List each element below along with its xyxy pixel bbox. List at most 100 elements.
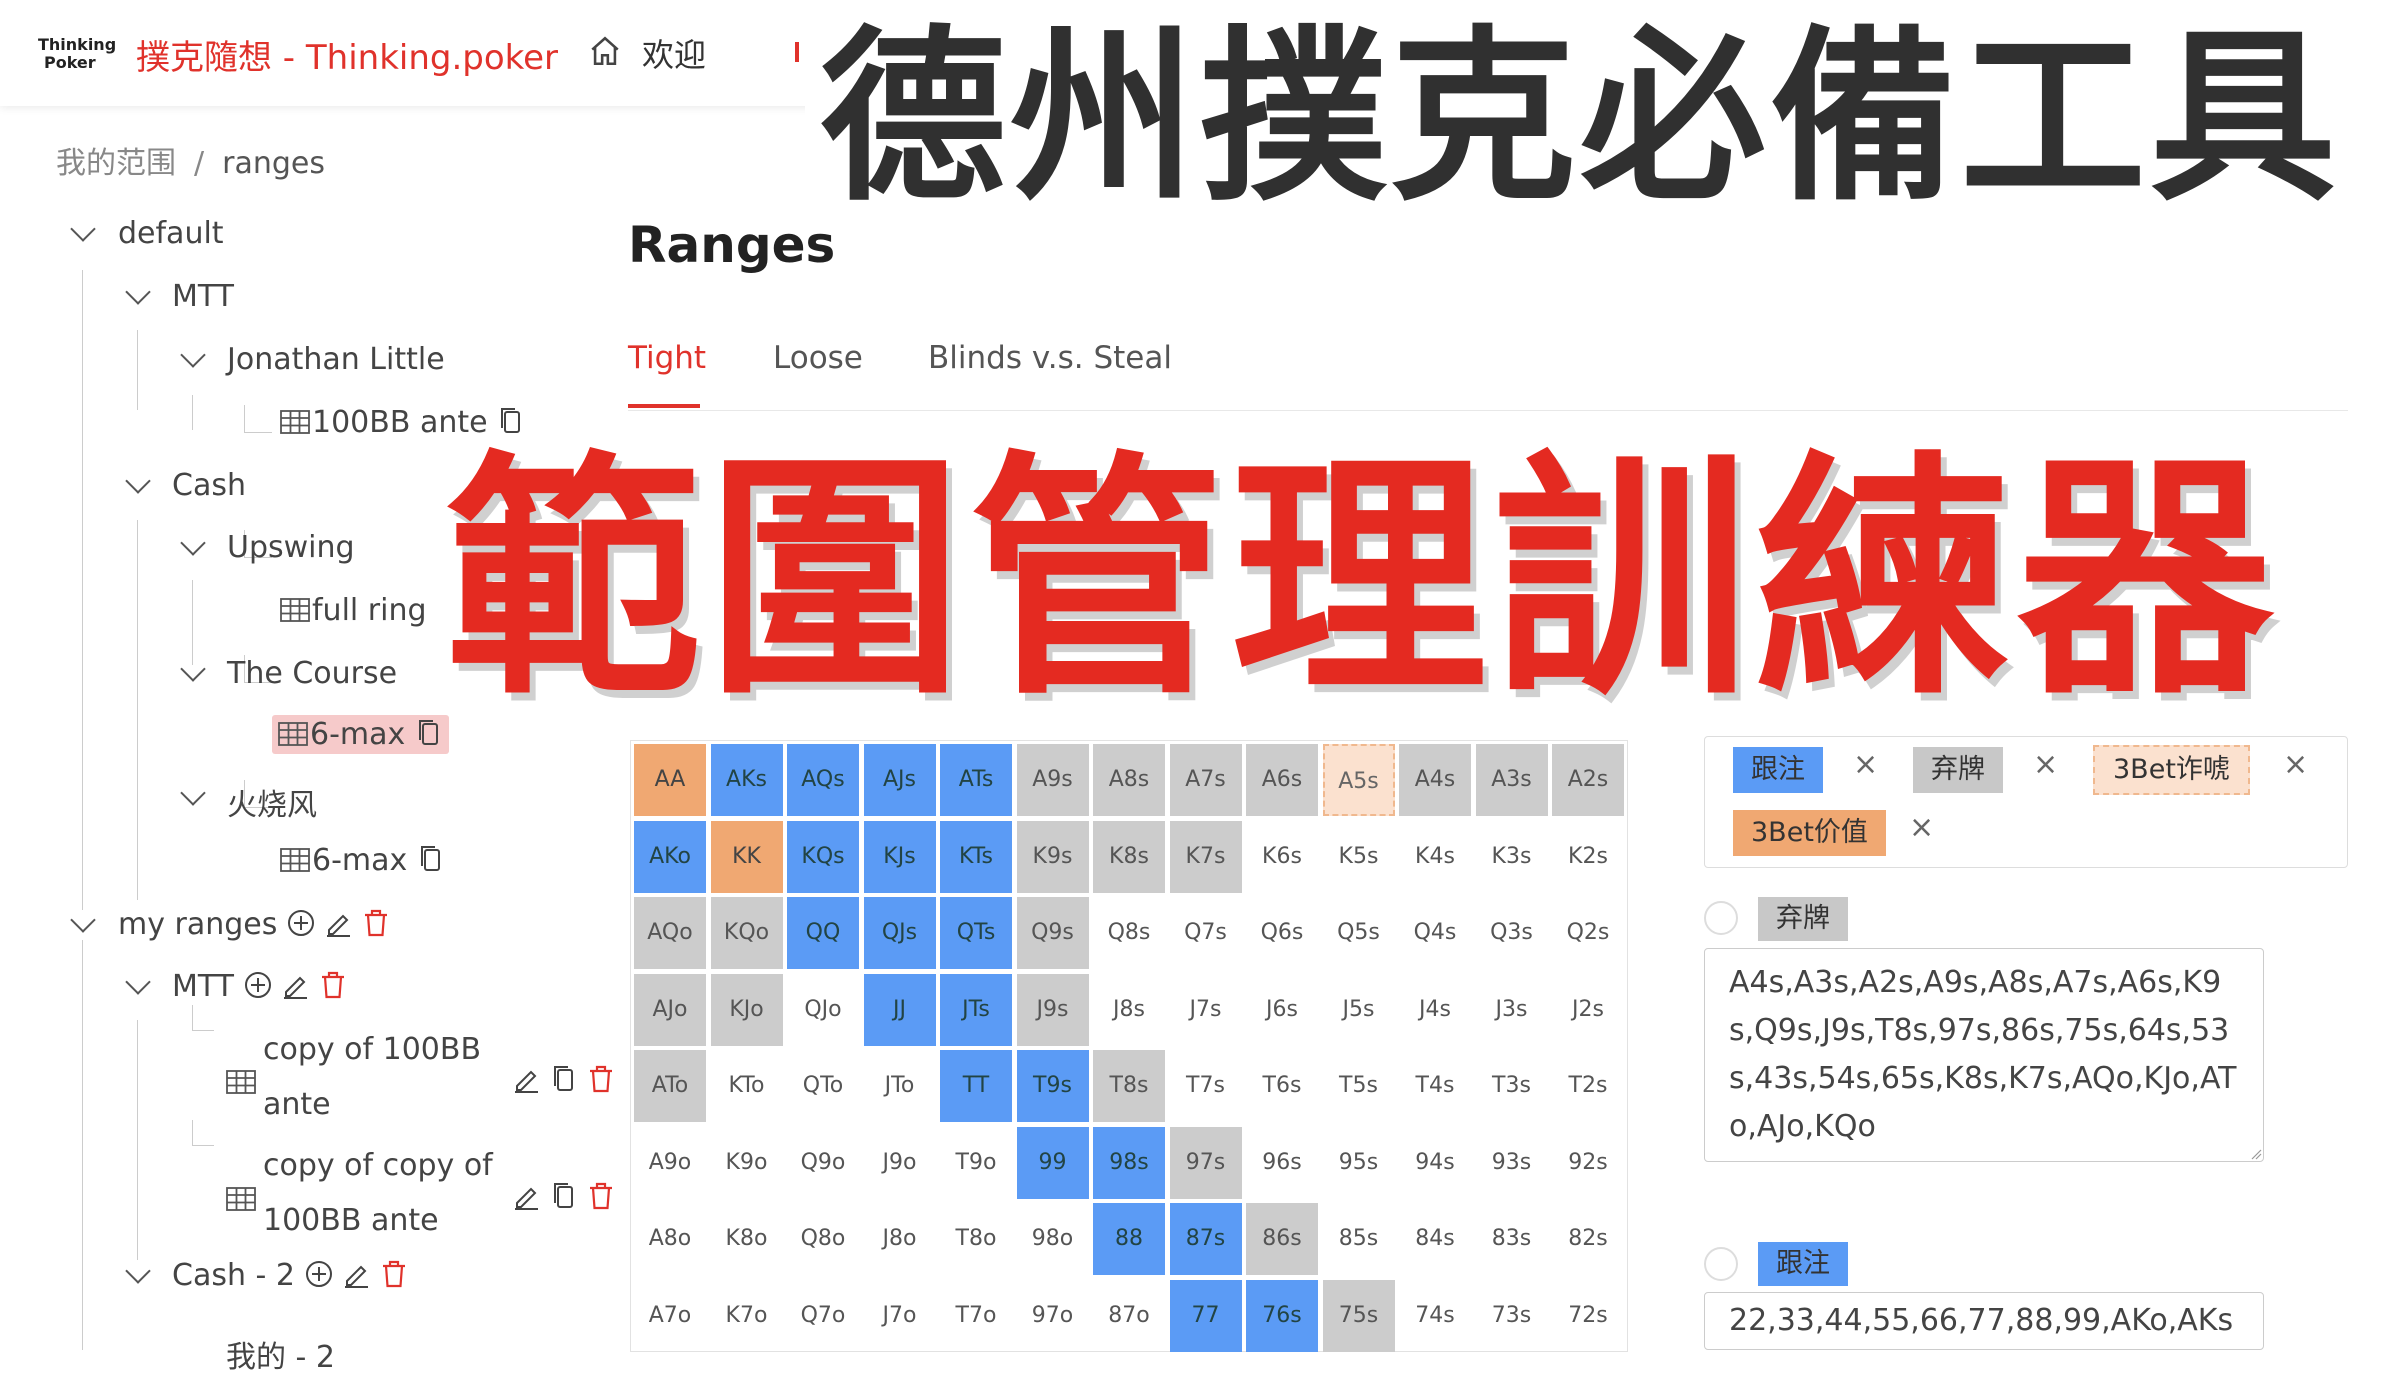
edit-icon[interactable] (512, 1181, 540, 1211)
copy-icon[interactable] (550, 1181, 578, 1211)
hand-cell-J8o[interactable]: J8o (864, 1203, 936, 1275)
close-icon[interactable]: × (1909, 810, 1934, 845)
legend-tag-3bet-bluff[interactable]: 3Bet诈唬 (2093, 745, 2250, 795)
tree-leaf-copy-100bb-line2[interactable]: ante (263, 1087, 331, 1122)
hand-cell-92s[interactable]: 92s (1552, 1127, 1624, 1199)
hand-cell-K8s[interactable]: K8s (1093, 820, 1165, 893)
hand-cell-A6s[interactable]: A6s (1246, 744, 1318, 816)
close-icon[interactable]: × (2283, 747, 2308, 782)
hand-cell-Q9s[interactable]: Q9s (1016, 897, 1089, 969)
hand-cell-87s[interactable]: 87s (1169, 1203, 1242, 1275)
hand-cell-A4s[interactable]: A4s (1399, 744, 1471, 816)
hand-cell-JTs[interactable]: JTs (940, 973, 1012, 1046)
hand-cell-KJo[interactable]: KJo (710, 973, 783, 1046)
hand-cell-AQo[interactable]: AQo (634, 897, 706, 969)
legend-tag-fold[interactable]: 弃牌 (1913, 747, 2003, 793)
copy-icon[interactable] (415, 718, 443, 748)
hand-cell-99[interactable]: 99 (1016, 1126, 1089, 1199)
fold-radio[interactable] (1704, 901, 1738, 935)
edit-icon[interactable] (512, 1064, 540, 1094)
hand-cell-J3s[interactable]: J3s (1476, 974, 1548, 1046)
hand-cell-T3s[interactable]: T3s (1476, 1050, 1548, 1122)
hand-cell-T5s[interactable]: T5s (1323, 1050, 1395, 1122)
hand-cell-Q3s[interactable]: Q3s (1476, 897, 1548, 969)
hand-cell-K6s[interactable]: K6s (1246, 821, 1318, 893)
hand-cell-T6s[interactable]: T6s (1246, 1050, 1318, 1122)
hand-cell-KQo[interactable]: KQo (710, 897, 783, 969)
hand-cell-KTo[interactable]: KTo (711, 1050, 783, 1122)
tree-leaf-copy-copy-line2[interactable]: 100BB ante (263, 1203, 439, 1238)
resize-handle-icon[interactable] (2250, 1148, 2262, 1160)
hand-cell-72s[interactable]: 72s (1552, 1280, 1624, 1352)
chevron-down-icon[interactable] (180, 342, 206, 368)
copy-icon[interactable] (417, 844, 445, 874)
fold-hands-textarea[interactable]: A4s,A3s,A2s,A9s,A8s,A7s,A6s,K9s,Q9s,J9s,… (1704, 948, 2264, 1162)
hand-cell-J4s[interactable]: J4s (1399, 974, 1471, 1046)
hand-cell-KTs[interactable]: KTs (940, 820, 1012, 893)
chevron-down-icon[interactable] (125, 1258, 151, 1284)
hand-cell-87o[interactable]: 87o (1093, 1280, 1165, 1352)
hand-cell-85s[interactable]: 85s (1323, 1203, 1395, 1275)
add-circle-icon[interactable] (287, 908, 315, 938)
hand-cell-98s[interactable]: 98s (1093, 1126, 1165, 1199)
hand-cell-J7o[interactable]: J7o (864, 1280, 936, 1352)
hand-cell-J7s[interactable]: J7s (1170, 974, 1242, 1046)
hand-cell-Q6s[interactable]: Q6s (1246, 897, 1318, 969)
hand-cell-T9o[interactable]: T9o (940, 1127, 1012, 1199)
hand-cell-QJs[interactable]: QJs (863, 897, 936, 969)
hand-cell-K9s[interactable]: K9s (1016, 820, 1089, 893)
hand-cell-J2s[interactable]: J2s (1552, 974, 1624, 1046)
hand-cell-95s[interactable]: 95s (1323, 1127, 1395, 1199)
tree-node-huoshaofeng[interactable]: 火烧风 (227, 780, 317, 824)
hand-cell-JJ[interactable]: JJ (863, 973, 936, 1046)
hand-cell-JTo[interactable]: JTo (864, 1050, 936, 1122)
delete-icon[interactable] (380, 1259, 408, 1289)
hand-cell-A9s[interactable]: A9s (1016, 744, 1089, 816)
hand-cell-94s[interactable]: 94s (1399, 1127, 1471, 1199)
tree-node-jonathan-little[interactable]: Jonathan Little (227, 342, 445, 377)
hand-cell-93s[interactable]: 93s (1476, 1127, 1548, 1199)
hand-cell-74s[interactable]: 74s (1399, 1280, 1471, 1352)
hand-cell-Q9o[interactable]: Q9o (787, 1127, 859, 1199)
hand-cell-97o[interactable]: 97o (1017, 1280, 1089, 1352)
hand-cell-AKo[interactable]: AKo (634, 820, 706, 893)
hand-cell-Q8s[interactable]: Q8s (1093, 897, 1165, 969)
chevron-down-icon[interactable] (125, 969, 151, 995)
hand-cell-J9s[interactable]: J9s (1016, 973, 1089, 1046)
call-radio[interactable] (1704, 1247, 1738, 1281)
tab-blinds-vs-steal[interactable]: Blinds v.s. Steal (928, 340, 1172, 376)
hand-cell-K7o[interactable]: K7o (711, 1280, 783, 1352)
hand-cell-Q5s[interactable]: Q5s (1323, 897, 1395, 969)
tree-node-mtt[interactable]: MTT (172, 279, 234, 314)
close-icon[interactable]: × (2033, 747, 2058, 782)
hand-cell-73s[interactable]: 73s (1476, 1280, 1548, 1352)
edit-icon[interactable] (324, 908, 352, 938)
hand-cell-T7s[interactable]: T7s (1170, 1050, 1242, 1122)
hand-cell-86s[interactable]: 86s (1246, 1203, 1318, 1275)
hand-cell-A8o[interactable]: A8o (634, 1203, 706, 1275)
chevron-down-icon[interactable] (125, 279, 151, 305)
hand-cell-QTs[interactable]: QTs (940, 897, 1012, 969)
hand-cell-Q7o[interactable]: Q7o (787, 1280, 859, 1352)
hand-cell-ATs[interactable]: ATs (940, 744, 1012, 816)
chevron-down-icon[interactable] (180, 530, 206, 556)
hand-cell-Q4s[interactable]: Q4s (1399, 897, 1471, 969)
tree-node-the-course[interactable]: The Course (227, 656, 397, 691)
edit-icon[interactable] (281, 970, 309, 1000)
tree-leaf-copy-100bb-line1[interactable]: copy of 100BB (263, 1032, 481, 1067)
hand-cell-83s[interactable]: 83s (1476, 1203, 1548, 1275)
app-title[interactable]: 撲克隨想 - Thinking.poker (136, 30, 558, 79)
hand-cell-AJs[interactable]: AJs (863, 744, 936, 816)
hand-cell-T8s[interactable]: T8s (1093, 1050, 1165, 1122)
tree-node-my-ranges[interactable]: my ranges (118, 907, 390, 942)
hand-cell-Q7s[interactable]: Q7s (1170, 897, 1242, 969)
hand-cell-J6s[interactable]: J6s (1246, 974, 1318, 1046)
hand-cell-K2s[interactable]: K2s (1552, 821, 1624, 893)
hand-cell-K3s[interactable]: K3s (1476, 821, 1548, 893)
hand-cell-K5s[interactable]: K5s (1323, 821, 1395, 893)
edit-icon[interactable] (342, 1259, 370, 1289)
hand-cell-AKs[interactable]: AKs (710, 744, 783, 816)
chevron-down-icon[interactable] (180, 780, 206, 806)
hand-cell-T2s[interactable]: T2s (1552, 1050, 1624, 1122)
hand-cell-QQ[interactable]: QQ (787, 897, 859, 969)
